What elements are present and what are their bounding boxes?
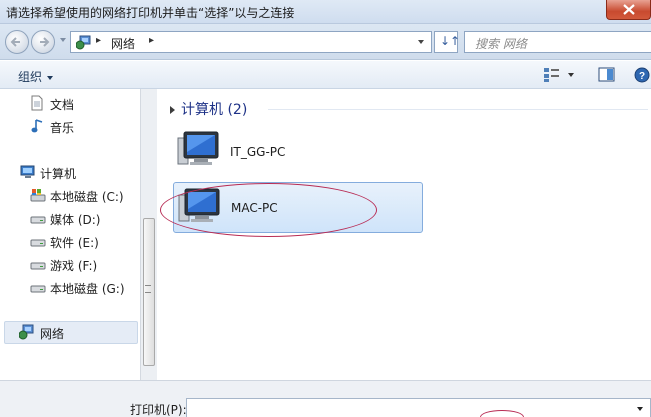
nav-item-label: 媒体 (D:) — [50, 213, 101, 227]
navigation-pane: 文档 音乐 计算机 本地磁盘 (C:) 媒体 (D:) 软件 (E:) 游戏 (… — [0, 89, 140, 380]
nav-item-drive-g[interactable]: 本地磁盘 (G:) — [30, 277, 140, 299]
toolbar: 组织 ? — [0, 61, 651, 89]
system-drive-icon — [30, 189, 46, 202]
group-divider — [268, 109, 648, 110]
document-icon — [31, 95, 43, 111]
recent-pages-dropdown[interactable] — [60, 38, 66, 42]
drive-icon — [30, 285, 46, 293]
help-icon[interactable]: ? — [634, 67, 650, 83]
computer-item[interactable]: IT_GG-PC — [172, 128, 422, 176]
nav-item-label: 本地磁盘 (C:) — [50, 190, 124, 204]
computer-icon — [20, 165, 35, 178]
breadcrumb-separator[interactable]: ▸ — [149, 35, 154, 46]
drive-icon — [30, 262, 46, 270]
svg-text:?: ? — [639, 71, 645, 82]
nav-item-label: 软件 (E:) — [50, 236, 99, 250]
music-icon — [31, 119, 43, 133]
nav-item-drive-c[interactable]: 本地磁盘 (C:) — [30, 185, 140, 207]
refresh-button[interactable]: ↓↑ — [434, 31, 461, 53]
nav-item-label: 音乐 — [50, 121, 75, 135]
back-button[interactable] — [5, 30, 29, 54]
change-view-icon[interactable] — [543, 67, 577, 83]
close-button[interactable] — [606, 0, 651, 20]
nav-item-music[interactable]: 音乐 — [30, 116, 130, 138]
breadcrumb-network[interactable]: 网络 — [111, 35, 135, 52]
organize-label: 组织 — [18, 70, 43, 84]
preview-pane-icon[interactable] — [598, 67, 616, 83]
nav-item-drive-e[interactable]: 软件 (E:) — [30, 231, 140, 253]
nav-item-label: 网络 — [40, 327, 65, 341]
network-icon — [19, 324, 34, 340]
address-dropdown[interactable] — [418, 40, 424, 44]
printer-label: 打印机(P): — [130, 403, 187, 417]
nav-item-documents[interactable]: 文档 — [30, 93, 130, 115]
chevron-down-icon[interactable] — [637, 407, 643, 411]
nav-item-label: 游戏 (F:) — [50, 259, 98, 273]
address-bar[interactable]: ▸ 网络 ▸ — [70, 31, 432, 53]
nav-item-label: 文档 — [50, 98, 75, 112]
expand-triangle-icon — [170, 106, 175, 114]
chevron-down-icon — [47, 75, 54, 80]
refresh-icon: ↓↑ — [440, 34, 461, 48]
back-arrow-icon — [10, 37, 20, 47]
window-title: 请选择希望使用的网络打印机并单击“选择”以与之连接 — [6, 6, 295, 20]
nav-item-drive-f[interactable]: 游戏 (F:) — [30, 254, 140, 276]
search-input[interactable]: 搜索 网络 — [464, 31, 651, 53]
title-bar: 请选择希望使用的网络打印机并单击“选择”以与之连接 — [0, 0, 651, 24]
group-header-label: 计算机 (2) — [181, 102, 248, 118]
address-row: ▸ 网络 ▸ ↓↑ 搜索 网络 — [0, 24, 651, 60]
nav-item-computer[interactable]: 计算机 — [20, 162, 130, 184]
drive-icon — [30, 216, 46, 224]
breadcrumb-separator[interactable]: ▸ — [96, 35, 101, 46]
nav-item-drive-d[interactable]: 媒体 (D:) — [30, 208, 140, 230]
nav-scrollbar[interactable] — [140, 89, 157, 380]
network-icon — [76, 35, 91, 50]
scrollbar-grip — [145, 285, 151, 293]
close-icon — [623, 4, 635, 15]
search-placeholder: 搜索 网络 — [475, 37, 527, 51]
computer-icon — [177, 131, 219, 165]
organize-menu[interactable]: 组织 — [18, 68, 54, 85]
group-header[interactable]: 计算机 (2) — [170, 99, 247, 119]
nav-item-network[interactable]: 网络 — [4, 321, 138, 344]
forward-button[interactable] — [31, 30, 55, 54]
nav-item-label: 本地磁盘 (G:) — [50, 282, 125, 296]
printer-combobox[interactable] — [186, 398, 651, 417]
forward-arrow-icon — [40, 37, 50, 47]
bottom-bar: 打印机(P): — [0, 380, 651, 417]
drive-icon — [30, 239, 46, 247]
computer-name: IT_GG-PC — [230, 145, 286, 159]
highlight-annotation — [160, 183, 377, 237]
nav-item-label: 计算机 — [40, 167, 77, 181]
highlight-annotation — [480, 410, 524, 417]
